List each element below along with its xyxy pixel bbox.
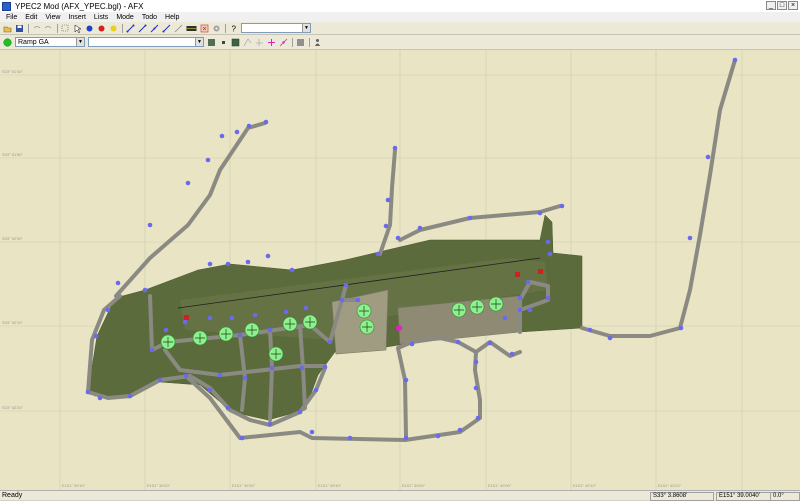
chevron-down-icon: ▼ <box>76 38 84 46</box>
parking-spot[interactable] <box>451 302 467 318</box>
parking-spot[interactable] <box>268 346 284 362</box>
line-tool-icon[interactable] <box>126 24 135 33</box>
parking-spot[interactable] <box>160 334 176 350</box>
toolbar-separator <box>122 23 123 33</box>
line-tool-icon[interactable] <box>243 37 252 47</box>
lat-label: S33° 51'40" <box>2 69 23 74</box>
lon-label: E151° 39'50" <box>402 483 426 488</box>
lon-label: E151° 39'10" <box>62 483 86 488</box>
menu-lists[interactable]: Lists <box>92 14 110 21</box>
fill-icon[interactable] <box>231 38 240 47</box>
lat-label: S33° 52'20" <box>2 405 23 410</box>
plus-icon[interactable] <box>267 38 276 47</box>
blue-dot-icon[interactable] <box>85 24 94 33</box>
parking-spot[interactable] <box>488 296 504 312</box>
toolbar-separator <box>292 37 293 47</box>
parking-spot[interactable] <box>359 319 375 335</box>
layer-select[interactable]: Ramp GA ▼ <box>15 37 85 47</box>
menu-view[interactable]: View <box>43 14 62 21</box>
lon-label: E151° 39'20" <box>147 483 171 488</box>
select-icon[interactable] <box>61 24 70 33</box>
square-icon[interactable] <box>296 38 305 47</box>
parking-spot[interactable] <box>469 299 485 315</box>
window-title: YPEC2 Mod (AFX_YPEC.bgl) - AFX <box>15 1 144 11</box>
lon-label: E151° 40'20" <box>658 483 682 488</box>
toolbar-separator <box>309 37 310 47</box>
menu-insert[interactable]: Insert <box>66 14 88 21</box>
gear-icon[interactable] <box>212 24 221 33</box>
toolbar-separator <box>57 23 58 33</box>
menu-bar: File Edit View Insert Lists Mode Todo He… <box>0 12 800 22</box>
square-icon[interactable] <box>219 38 228 47</box>
lon-label: E151° 40'10" <box>573 483 597 488</box>
chevron-down-icon: ▼ <box>195 38 203 46</box>
lon-label: E151° 39'30" <box>232 483 256 488</box>
parking-spot[interactable] <box>218 326 234 342</box>
close-button[interactable]: × <box>788 1 798 10</box>
object-select[interactable]: ▼ <box>88 37 204 47</box>
parking-spot[interactable] <box>356 303 372 319</box>
minimize-button[interactable]: _ <box>766 1 776 10</box>
delete-icon[interactable] <box>200 24 209 33</box>
runway-icon[interactable] <box>186 24 197 33</box>
line-tool-icon[interactable] <box>255 38 264 47</box>
help-icon[interactable]: ? <box>229 24 238 33</box>
menu-file[interactable]: File <box>4 14 19 21</box>
lon-label: E151° 40'00" <box>488 483 512 488</box>
red-dot-icon[interactable] <box>97 24 106 33</box>
parking-spot[interactable] <box>302 314 318 330</box>
chevron-down-icon: ▼ <box>302 24 310 32</box>
line-tool-icon[interactable] <box>174 24 183 33</box>
parking-spot[interactable] <box>192 330 208 346</box>
pointer-icon[interactable] <box>73 24 82 33</box>
window-controls: _ □ × <box>766 1 798 10</box>
pink-tool-icon[interactable] <box>279 38 288 47</box>
lat-label: S33° 52'00" <box>2 236 23 241</box>
person-icon[interactable] <box>313 38 322 47</box>
map-canvas[interactable]: S33° 51'40" S33° 51'50" S33° 52'00" S33°… <box>0 50 800 490</box>
line-tool-icon[interactable] <box>138 24 147 33</box>
main-toolbar: ? ▼ <box>0 22 800 35</box>
toolbar-separator <box>28 23 29 33</box>
yellow-dot-icon[interactable] <box>109 24 118 33</box>
save-icon[interactable] <box>15 24 24 33</box>
status-bar: Ready S33° 3.8608' E151° 39.0040' 0.0° <box>0 490 800 501</box>
open-icon[interactable] <box>3 24 12 33</box>
view-select[interactable]: ▼ <box>241 23 311 33</box>
menu-mode[interactable]: Mode <box>114 14 136 21</box>
undo-icon[interactable] <box>32 24 41 33</box>
line-tool-icon[interactable] <box>162 24 171 33</box>
lon-label: E151° 39'40" <box>318 483 342 488</box>
lat-label: S33° 51'50" <box>2 152 23 157</box>
status-text: Ready <box>2 492 23 499</box>
toolbar-separator <box>225 23 226 33</box>
airport-map[interactable]: S33° 51'40" S33° 51'50" S33° 52'00" S33°… <box>0 50 800 490</box>
menu-todo[interactable]: Todo <box>140 14 159 21</box>
line-tool-icon[interactable] <box>150 24 159 33</box>
redo-icon[interactable] <box>44 24 53 33</box>
parking-spot[interactable] <box>244 322 260 338</box>
app-icon <box>2 1 11 11</box>
green-dot-icon[interactable] <box>3 37 12 47</box>
lat-label: S33° 52'10" <box>2 320 23 325</box>
maximize-button[interactable]: □ <box>777 1 787 10</box>
airport-reference-point[interactable] <box>396 325 402 331</box>
menu-edit[interactable]: Edit <box>23 14 39 21</box>
menu-help[interactable]: Help <box>163 14 181 21</box>
parking-spot[interactable] <box>282 316 298 332</box>
layer-toolbar: Ramp GA ▼ ▼ <box>0 35 800 50</box>
svg-text:?: ? <box>232 24 237 33</box>
square-icon[interactable] <box>207 38 216 47</box>
